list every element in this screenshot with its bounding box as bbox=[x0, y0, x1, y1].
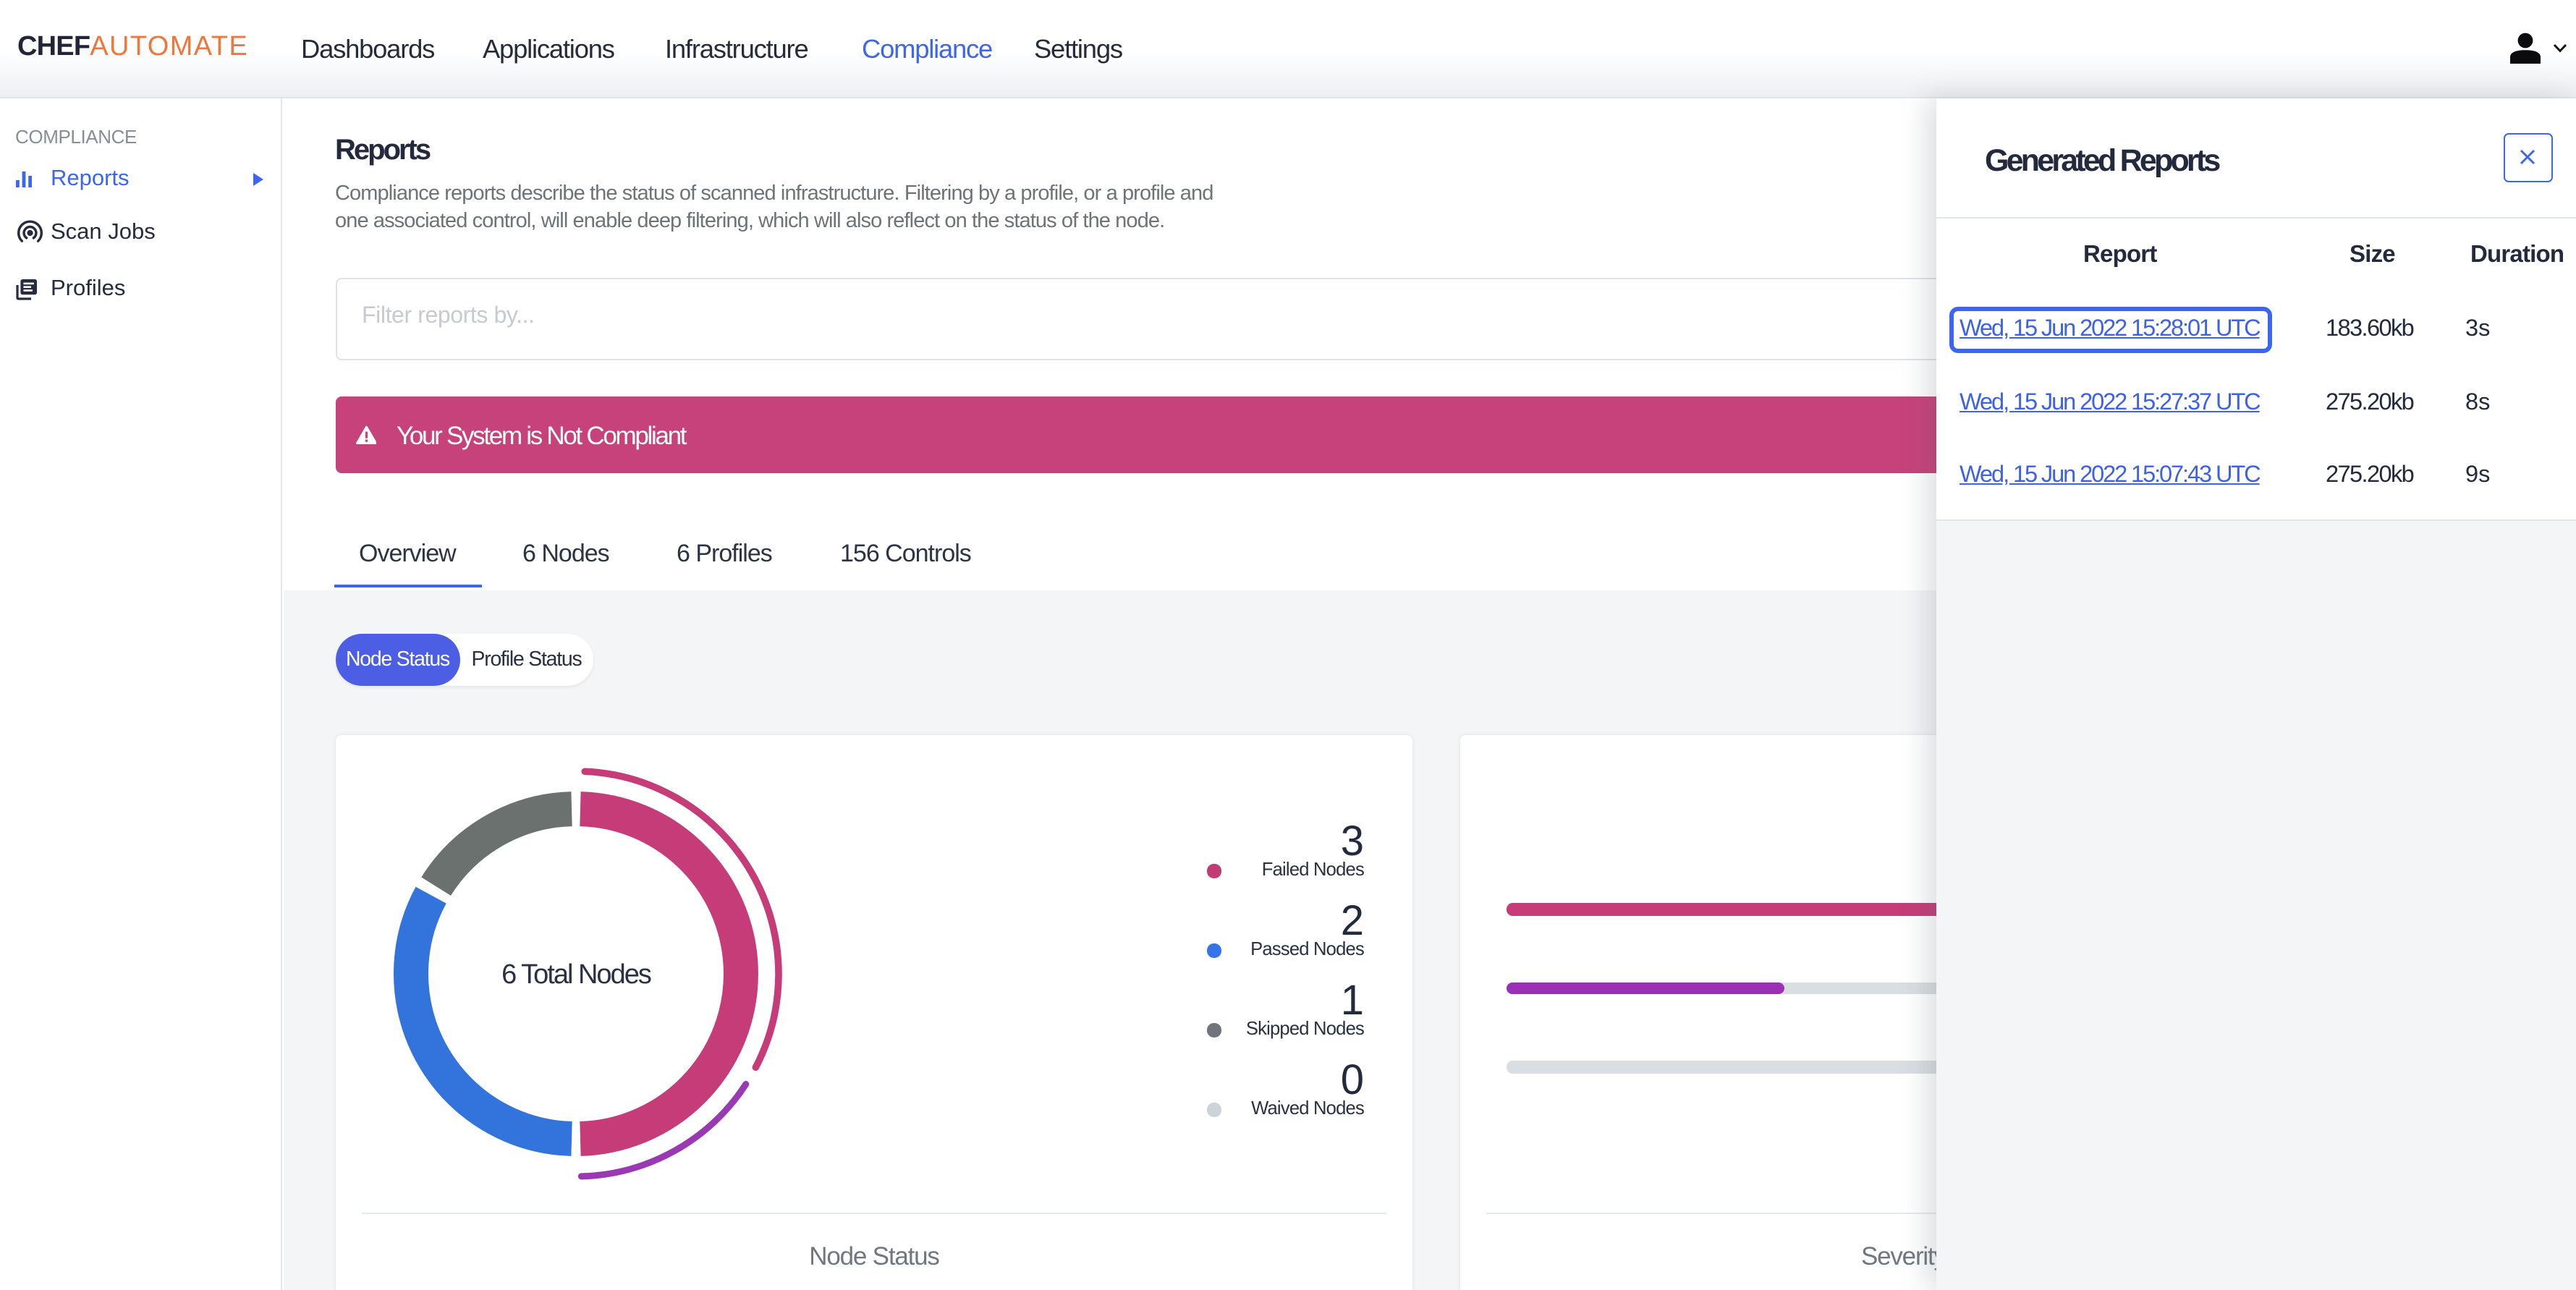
svg-text:6 Total Nodes: 6 Total Nodes bbox=[501, 959, 651, 989]
